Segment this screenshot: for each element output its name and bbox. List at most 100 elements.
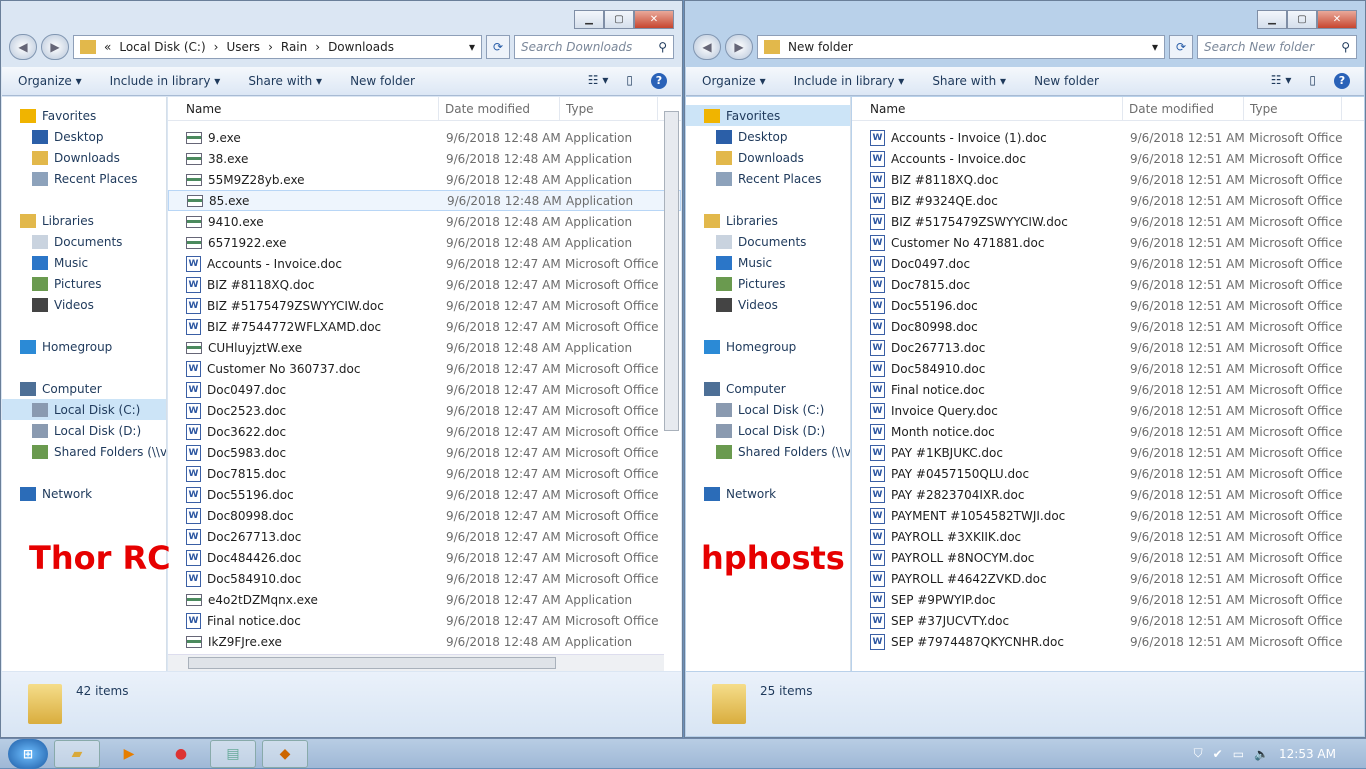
nav-item-documents[interactable]: Documents bbox=[686, 231, 850, 252]
chevron-down-icon[interactable]: ▾ bbox=[469, 40, 475, 54]
minimize-button[interactable]: ▁ bbox=[1257, 10, 1287, 29]
back-button[interactable]: ◀ bbox=[693, 34, 721, 60]
nav-item-recent-places[interactable]: Recent Places bbox=[686, 168, 850, 189]
nav-item-desktop[interactable]: Desktop bbox=[2, 126, 166, 147]
file-row[interactable]: W BIZ #9324QE.doc 9/6/2018 12:51 AM Microso… bbox=[852, 190, 1364, 211]
maximize-button[interactable]: ▢ bbox=[604, 10, 634, 29]
file-row[interactable]: 85.exe 9/6/2018 12:48 AM Application bbox=[168, 190, 681, 211]
file-row[interactable]: W PAYROLL #3XKIIK.doc 9/6/2018 12:51 AM Mic… bbox=[852, 526, 1364, 547]
nav-item-downloads[interactable]: Downloads bbox=[2, 147, 166, 168]
column-header-type[interactable]: Type bbox=[560, 97, 658, 120]
nav-item-shared-folders-vm[interactable]: Shared Folders (\\vm bbox=[2, 441, 166, 462]
file-row[interactable]: W BIZ #8118XQ.doc 9/6/2018 12:51 AM Microso… bbox=[852, 169, 1364, 190]
file-row[interactable]: W Doc80998.doc 9/6/2018 12:47 AM Microsoft … bbox=[168, 505, 681, 526]
shield-icon[interactable]: ⛉ bbox=[1194, 746, 1203, 761]
file-row[interactable]: W Doc267713.doc 9/6/2018 12:47 AM Microsoft… bbox=[168, 526, 681, 547]
nav-item-pictures[interactable]: Pictures bbox=[686, 273, 850, 294]
file-row[interactable]: W Final notice.doc 9/6/2018 12:51 AM Micros… bbox=[852, 379, 1364, 400]
file-row[interactable]: W Doc584910.doc 9/6/2018 12:47 AM Microsoft… bbox=[168, 568, 681, 589]
back-button[interactable]: ◀ bbox=[9, 34, 37, 60]
file-row[interactable]: W Customer No 471881.doc 9/6/2018 12:51 AM… bbox=[852, 232, 1364, 253]
taskbar-app-icon[interactable]: ◆ bbox=[262, 739, 308, 768]
nav-item-recent-places[interactable]: Recent Places bbox=[2, 168, 166, 189]
preview-pane-icon[interactable]: ▯ bbox=[1309, 73, 1316, 89]
file-row[interactable]: W Doc2523.doc 9/6/2018 12:47 AM Microsoft O… bbox=[168, 400, 681, 421]
organize-button[interactable]: Organize ▾ bbox=[18, 74, 82, 88]
file-row[interactable]: W Doc267713.doc 9/6/2018 12:51 AM Microsoft… bbox=[852, 337, 1364, 358]
search-input[interactable]: Search New folder ⚲ bbox=[1197, 35, 1357, 59]
file-row[interactable]: W Doc0497.doc 9/6/2018 12:47 AM Microsoft O… bbox=[168, 379, 681, 400]
file-row[interactable]: W Doc55196.doc 9/6/2018 12:51 AM Microsoft … bbox=[852, 295, 1364, 316]
address-bar[interactable]: « Local Disk (C:) › Users › Rain › Downloads ▾ bbox=[73, 35, 482, 59]
file-row[interactable]: 9410.exe 9/6/2018 12:48 AM Application bbox=[168, 211, 681, 232]
refresh-button[interactable]: ⟳ bbox=[486, 35, 510, 59]
file-row[interactable]: 6571922.exe 9/6/2018 12:48 AM Application bbox=[168, 232, 681, 253]
file-row[interactable]: W Month notice.doc 9/6/2018 12:51 AM Micros… bbox=[852, 421, 1364, 442]
nav-item-local-disk-d-[interactable]: Local Disk (D:) bbox=[686, 420, 850, 441]
column-header-date[interactable]: Date modified bbox=[1123, 97, 1244, 120]
file-row[interactable]: W Accounts - Invoice (1).doc 9/6/2018 12:5… bbox=[852, 127, 1364, 148]
column-header-type[interactable]: Type bbox=[1244, 97, 1342, 120]
new-folder-button[interactable]: New folder bbox=[1034, 74, 1099, 88]
help-icon[interactable]: ? bbox=[1334, 73, 1350, 89]
file-row[interactable]: W Accounts - Invoice.doc 9/6/2018 12:51 AM… bbox=[852, 148, 1364, 169]
file-row[interactable]: W BIZ #7544772WFLXAMD.doc 9/6/2018 12:47 A… bbox=[168, 316, 681, 337]
forward-button[interactable]: ▶ bbox=[41, 34, 69, 60]
new-folder-button[interactable]: New folder bbox=[350, 74, 415, 88]
file-row[interactable]: 9.exe 9/6/2018 12:48 AM Application bbox=[168, 127, 681, 148]
chevron-down-icon[interactable]: ▾ bbox=[1152, 40, 1158, 54]
file-row[interactable]: W Doc0497.doc 9/6/2018 12:51 AM Microsoft O… bbox=[852, 253, 1364, 274]
nav-item-libraries[interactable]: Libraries bbox=[2, 210, 166, 231]
file-row[interactable]: W Doc55196.doc 9/6/2018 12:47 AM Microsoft … bbox=[168, 484, 681, 505]
file-row[interactable]: IkZ9FJre.exe 9/6/2018 12:48 AM Application bbox=[168, 631, 681, 652]
file-row[interactable]: W Doc584910.doc 9/6/2018 12:51 AM Microsoft… bbox=[852, 358, 1364, 379]
nav-item-local-disk-c-[interactable]: Local Disk (C:) bbox=[2, 399, 166, 420]
close-button[interactable]: ✕ bbox=[1317, 10, 1357, 29]
nav-item-local-disk-c-[interactable]: Local Disk (C:) bbox=[686, 399, 850, 420]
file-row[interactable]: W Final notice.doc 9/6/2018 12:47 AM Micros… bbox=[168, 610, 681, 631]
file-row[interactable]: W PAY #2823704IXR.doc 9/6/2018 12:51 AM Mic… bbox=[852, 484, 1364, 505]
taskbar-media-player-icon[interactable]: ▶ bbox=[106, 740, 152, 768]
nav-item-pictures[interactable]: Pictures bbox=[2, 273, 166, 294]
file-row[interactable]: e4o2tDZMqnx.exe 9/6/2018 12:47 AM Applicat… bbox=[168, 589, 681, 610]
file-row[interactable]: W PAYMENT #1054582TWJI.doc 9/6/2018 12:51 … bbox=[852, 505, 1364, 526]
file-row[interactable]: W PAYROLL #4642ZVKD.doc 9/6/2018 12:51 AM M… bbox=[852, 568, 1364, 589]
search-input[interactable]: Search Downloads ⚲ bbox=[514, 35, 674, 59]
start-button[interactable]: ⊞ bbox=[8, 738, 48, 769]
nav-item-network[interactable]: Network bbox=[686, 483, 850, 504]
nav-item-documents[interactable]: Documents bbox=[2, 231, 166, 252]
breadcrumb-item[interactable]: New folder bbox=[788, 40, 853, 54]
file-row[interactable]: W Doc3622.doc 9/6/2018 12:47 AM Microsoft O… bbox=[168, 421, 681, 442]
nav-item-downloads[interactable]: Downloads bbox=[686, 147, 850, 168]
column-header-date[interactable]: Date modified bbox=[439, 97, 560, 120]
nav-item-videos[interactable]: Videos bbox=[686, 294, 850, 315]
breadcrumb-item[interactable]: « bbox=[104, 40, 111, 54]
include-in-library-button[interactable]: Include in library ▾ bbox=[794, 74, 905, 88]
taskbar-chrome-icon[interactable]: ● bbox=[158, 740, 204, 768]
help-icon[interactable]: ? bbox=[651, 73, 667, 89]
file-row[interactable]: W SEP #37JUCVTY.doc 9/6/2018 12:51 AM Micro… bbox=[852, 610, 1364, 631]
file-row[interactable]: W Doc484426.doc 9/6/2018 12:47 AM Microsoft… bbox=[168, 547, 681, 568]
preview-pane-icon[interactable]: ▯ bbox=[626, 73, 633, 89]
change-view-icon[interactable]: ☷ ▾ bbox=[1271, 73, 1292, 89]
scroll-thumb[interactable] bbox=[188, 657, 556, 669]
nav-item-libraries[interactable]: Libraries bbox=[686, 210, 850, 231]
nav-item-music[interactable]: Music bbox=[686, 252, 850, 273]
minimize-button[interactable]: ▁ bbox=[574, 10, 604, 29]
forward-button[interactable]: ▶ bbox=[725, 34, 753, 60]
taskbar-notepad-icon[interactable]: ▤ bbox=[210, 739, 256, 768]
column-header-name[interactable]: Name bbox=[168, 97, 439, 120]
file-row[interactable]: W SEP #7974487QKYCNHR.doc 9/6/2018 12:51 A… bbox=[852, 631, 1364, 652]
nav-item-shared-folders-vm[interactable]: Shared Folders (\\vm bbox=[686, 441, 850, 462]
file-row[interactable]: W PAYROLL #8NOCYM.doc 9/6/2018 12:51 AM Mic… bbox=[852, 547, 1364, 568]
nav-item-network[interactable]: Network bbox=[2, 483, 166, 504]
close-button[interactable]: ✕ bbox=[634, 10, 674, 29]
taskbar-explorer-icon[interactable]: ▰ bbox=[54, 739, 100, 768]
volume-icon[interactable]: 🔈 bbox=[1254, 747, 1269, 761]
file-row[interactable]: W Doc7815.doc 9/6/2018 12:51 AM Microsoft O… bbox=[852, 274, 1364, 295]
file-row[interactable]: 55M9Z28yb.exe 9/6/2018 12:48 AM Applicatio… bbox=[168, 169, 681, 190]
nav-item-favorites[interactable]: Favorites bbox=[2, 105, 166, 126]
horizontal-scrollbar[interactable] bbox=[168, 654, 664, 671]
nav-item-music[interactable]: Music bbox=[2, 252, 166, 273]
file-row[interactable]: W Accounts - Invoice.doc 9/6/2018 12:47 AM… bbox=[168, 253, 681, 274]
